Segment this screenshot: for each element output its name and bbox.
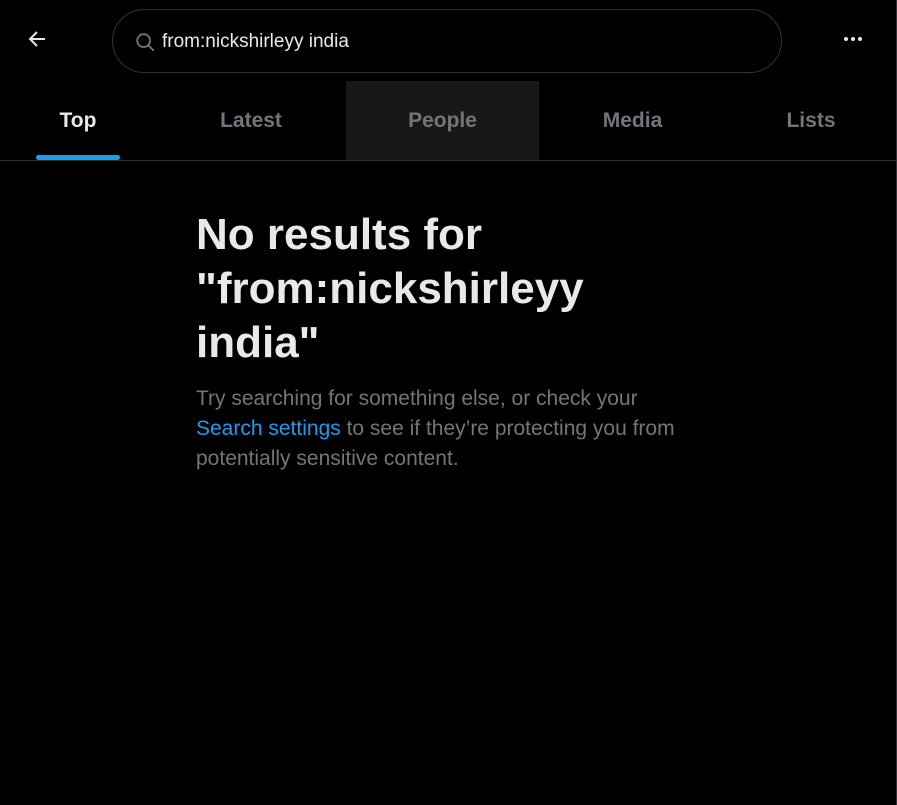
search-settings-link[interactable]: Search settings bbox=[196, 417, 341, 440]
search-icon bbox=[133, 30, 157, 54]
tab-label: Top bbox=[59, 108, 97, 132]
empty-state-message: Try searching for something else, or che… bbox=[196, 384, 686, 474]
tab-label: Lists bbox=[786, 108, 836, 132]
tab-media[interactable]: Media bbox=[539, 81, 726, 160]
tab-lists[interactable]: Lists bbox=[726, 81, 896, 160]
tab-label: Media bbox=[602, 108, 663, 132]
active-tab-indicator bbox=[36, 155, 120, 160]
empty-state-text-prefix: Try searching for something else, or che… bbox=[196, 387, 638, 410]
back-button[interactable] bbox=[18, 22, 56, 60]
search-header bbox=[0, 0, 897, 82]
empty-state: No results for "from:nickshirleyy india"… bbox=[196, 208, 696, 474]
more-options-icon bbox=[841, 27, 865, 56]
search-tabs: Top Latest People Media Lists bbox=[0, 81, 897, 161]
back-arrow-icon bbox=[25, 27, 49, 56]
search-results-page: Top Latest People Media Lists No results… bbox=[0, 0, 897, 805]
tab-label: Latest bbox=[220, 108, 282, 132]
tab-label: People bbox=[408, 108, 477, 132]
more-options-button[interactable] bbox=[832, 20, 874, 62]
empty-state-title: No results for "from:nickshirleyy india" bbox=[196, 210, 584, 367]
search-input[interactable] bbox=[162, 24, 742, 60]
tab-latest[interactable]: Latest bbox=[156, 81, 346, 160]
search-box[interactable] bbox=[112, 9, 782, 73]
tab-top[interactable]: Top bbox=[0, 81, 156, 160]
tab-people[interactable]: People bbox=[346, 81, 539, 160]
